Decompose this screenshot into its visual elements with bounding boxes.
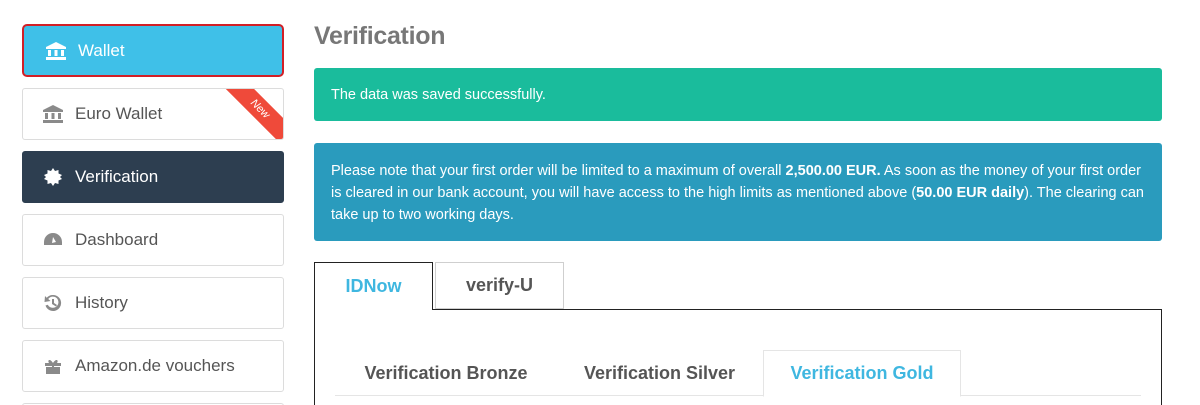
new-ribbon: New — [221, 89, 283, 139]
tab-verify-u[interactable]: verify-U — [435, 262, 564, 309]
sidebar-item-wallet[interactable]: Wallet — [22, 24, 284, 77]
info-limit-amount: 2,500.00 EUR. — [785, 163, 881, 179]
tab-panel: Verification Bronze Verification Silver … — [314, 309, 1162, 405]
sidebar-item-label: Verification — [75, 167, 159, 186]
info-text-1: Please note that your first order will b… — [331, 163, 786, 179]
info-daily-limit: 50.00 EUR daily — [916, 185, 1025, 201]
verification-provider-tabs: IDNow verify-U Verification Bronze Verif… — [314, 262, 1162, 405]
sidebar-item-amazon-vouchers[interactable]: Amazon.de vouchers — [22, 340, 284, 392]
success-message: The data was saved successfully. — [331, 86, 546, 103]
tab-verification-bronze[interactable]: Verification Bronze — [335, 350, 557, 396]
page-title: Verification — [314, 22, 446, 50]
sidebar-item-verification[interactable]: Verification — [22, 151, 284, 203]
bank-icon — [46, 41, 66, 61]
success-alert: The data was saved successfully. — [314, 68, 1162, 121]
sidebar-item-label: Wallet — [78, 40, 125, 60]
sidebar-item-label: History — [75, 293, 128, 312]
dashboard-icon — [43, 230, 63, 250]
sidebar-item-history[interactable]: History — [22, 277, 284, 329]
tab-verification-silver[interactable]: Verification Silver — [557, 350, 762, 396]
bank-icon — [43, 104, 63, 124]
info-alert: Please note that your first order will b… — [314, 143, 1162, 241]
history-icon — [43, 293, 63, 313]
verification-level-tabs: Verification Bronze Verification Silver … — [335, 350, 1141, 397]
tab-verification-gold[interactable]: Verification Gold — [763, 350, 961, 397]
sidebar-item-label: Dashboard — [75, 230, 159, 249]
sidebar-item-dashboard[interactable]: Dashboard — [22, 214, 284, 266]
sidebar-item-label: Euro Wallet — [75, 104, 163, 123]
sidebar-item-label: Amazon.de vouchers — [75, 356, 235, 375]
gift-icon — [43, 356, 63, 376]
sidebar: Wallet Euro Wallet New Verification Dash… — [22, 24, 284, 405]
gear-badge-icon — [43, 167, 63, 187]
sidebar-item-euro-wallet[interactable]: Euro Wallet New — [22, 88, 284, 140]
tab-idnow[interactable]: IDNow — [314, 262, 433, 310]
